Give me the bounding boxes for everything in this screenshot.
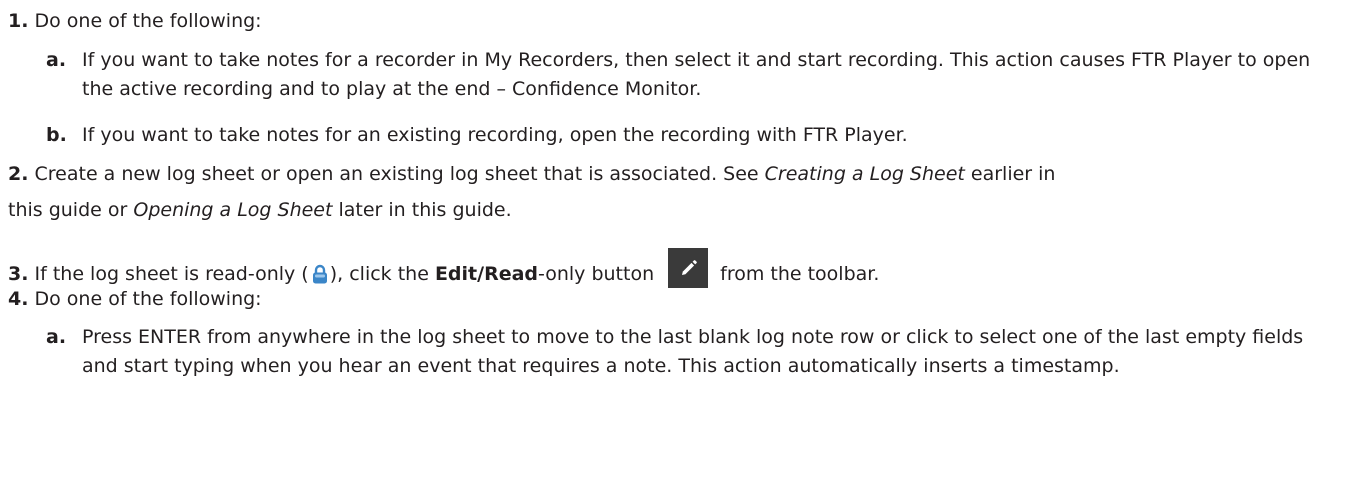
substep-1a: a. If you want to take notes for a recor… [46, 46, 1339, 104]
substep-text: Press ENTER from anywhere in the log she… [82, 326, 1304, 377]
edit-read-label: Edit/Read [434, 263, 539, 285]
substep-letter: a. [46, 326, 67, 348]
step-text: from the toolbar. [720, 263, 880, 285]
step-text: If the log sheet is read-only ( [34, 263, 309, 285]
step-text: -only button [538, 263, 655, 285]
step-text: Create a new log sheet or open an existi… [34, 163, 765, 185]
substep-1b: b. If you want to take notes for an exis… [46, 121, 1339, 150]
step-text: ), click the [329, 263, 435, 285]
step-text: Do one of the following: [34, 10, 262, 32]
step-2-line-2: this guide or Opening a Log Sheet later … [8, 196, 1339, 225]
step-number: 4. [8, 288, 29, 310]
step-text: later in this guide. [332, 199, 512, 221]
step-4: 4. Do one of the following: [8, 285, 1339, 314]
step-number: 1. [8, 10, 29, 32]
lock-icon [311, 264, 329, 284]
step-1: 1. Do one of the following: [8, 7, 1339, 36]
substep-letter: a. [46, 49, 67, 71]
substep-letter: b. [46, 124, 67, 146]
step-number: 3. [8, 263, 29, 285]
step-number: 2. [8, 163, 29, 185]
step-text: Do one of the following: [34, 288, 262, 310]
step-2: 2. Create a new log sheet or open an exi… [8, 160, 1339, 189]
substep-text: If you want to take notes for an existin… [82, 124, 908, 146]
reference-creating-log-sheet: Creating a Log Sheet [764, 163, 965, 185]
substep-4a: a. Press ENTER from anywhere in the log … [46, 323, 1339, 381]
step-3: 3. If the log sheet is read-only ( ), cl… [8, 248, 1339, 289]
step-text: earlier in [964, 163, 1056, 185]
pencil-edit-icon [668, 248, 709, 288]
step-text: this guide or [8, 199, 134, 221]
reference-opening-log-sheet: Opening a Log Sheet [133, 199, 333, 221]
substep-text: If you want to take notes for a recorder… [82, 49, 1311, 100]
